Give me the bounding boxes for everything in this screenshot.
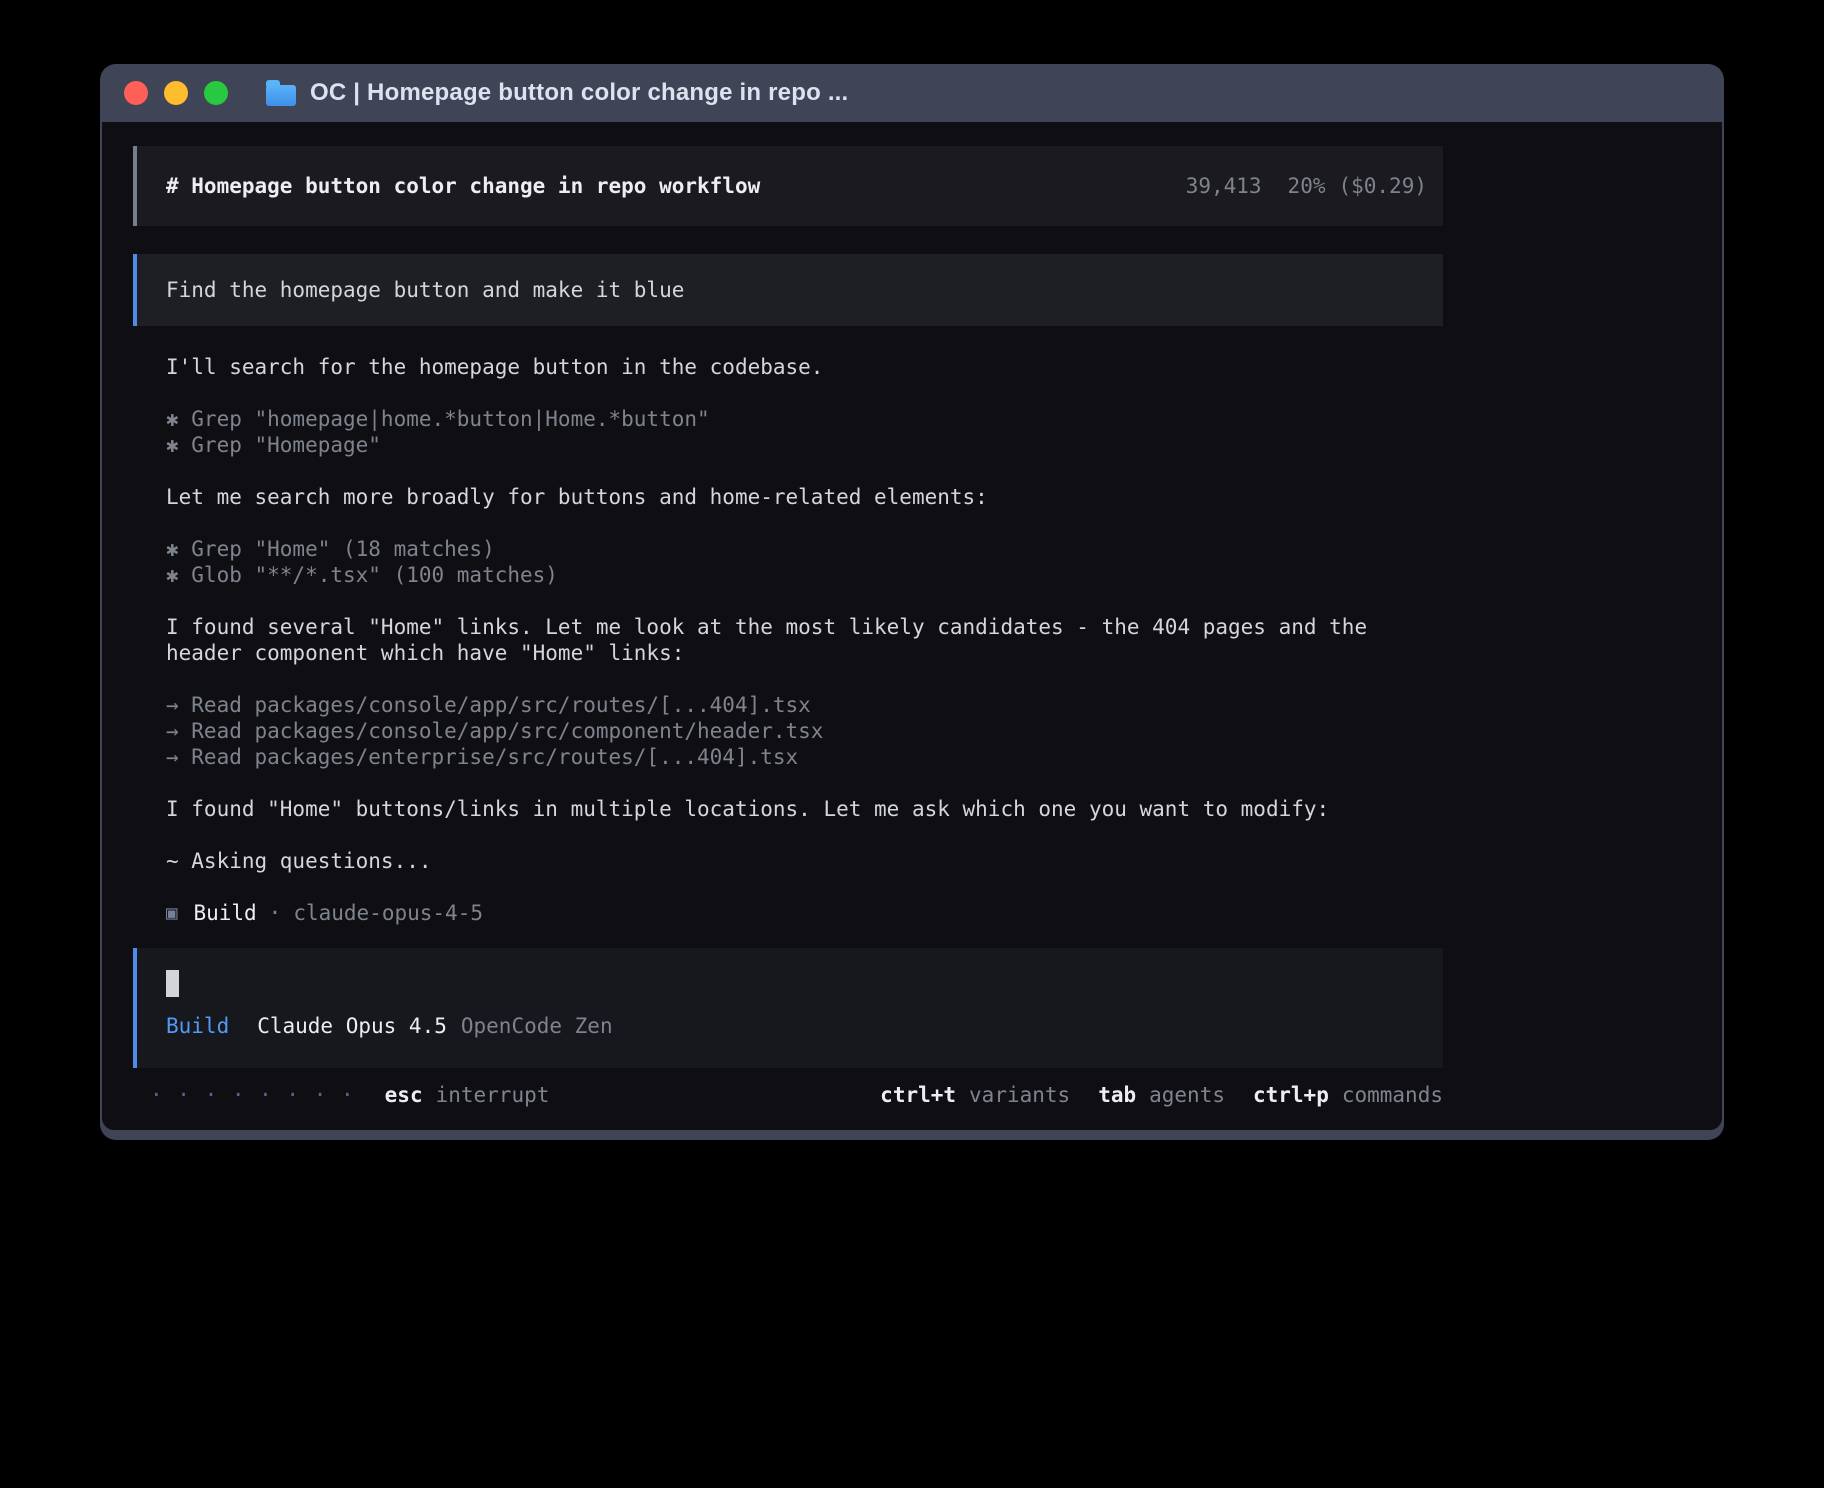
minimize-button[interactable] [164, 81, 188, 105]
context-percent: 20% [1288, 174, 1326, 198]
input-mode-label[interactable]: Build [166, 1014, 229, 1038]
tool-call-group-2: ✱ Grep "Home" (18 matches) ✱ Glob "**/*.… [133, 536, 1443, 588]
traffic-lights [124, 81, 244, 105]
key-tab: tab [1098, 1083, 1136, 1107]
prompt-input[interactable]: Build Claude Opus 4.5 OpenCode Zen [133, 948, 1443, 1068]
label-variants: variants [969, 1083, 1070, 1107]
tool-call-read-1: → Read packages/console/app/src/routes/[… [166, 692, 1443, 718]
key-esc: esc [385, 1083, 423, 1107]
terminal-body: # Homepage button color change in repo w… [102, 122, 1722, 1130]
right-hints: ctrl+t variants tab agents ctrl+p commands [880, 1082, 1443, 1108]
input-model-label[interactable]: Claude Opus 4.5 [257, 1014, 447, 1038]
spinner-dots: · · · · · · · · [150, 1082, 355, 1108]
window-titlebar: OC | Homepage button color change in rep… [102, 64, 1722, 122]
opencode-tui: # Homepage button color change in repo w… [133, 146, 1443, 1108]
hint-interrupt: esc interrupt [385, 1082, 550, 1108]
agent-model: claude-opus-4-5 [293, 900, 483, 926]
tool-call-group-1: ✱ Grep "homepage|home.*button|Home.*butt… [133, 406, 1443, 458]
hint-agents: tab agents [1098, 1082, 1225, 1108]
tool-call-grep-3: ✱ Grep "Home" (18 matches) [166, 536, 1443, 562]
hint-commands: ctrl+p commands [1253, 1082, 1443, 1108]
agent-name: Build [193, 900, 256, 926]
input-meta: Build Claude Opus 4.5 OpenCode Zen [166, 1014, 1443, 1038]
folder-icon [266, 85, 296, 106]
tool-call-grep-2: ✱ Grep "Homepage" [166, 432, 1443, 458]
status-bar: · · · · · · · · esc interrupt ctrl+t varia… [150, 1082, 1443, 1108]
tool-call-read-3: → Read packages/enterprise/src/routes/[.… [166, 744, 1443, 770]
agent-icon: ▣ [166, 900, 177, 926]
tool-call-group-reads: → Read packages/console/app/src/routes/[… [133, 692, 1443, 770]
session-cost: ($0.29) [1338, 174, 1427, 198]
text-cursor [166, 970, 179, 997]
assistant-paragraph-ask: I found "Home" buttons/links in multiple… [166, 796, 1443, 822]
session-header: # Homepage button color change in repo w… [133, 146, 1443, 226]
token-count: 39,413 [1186, 174, 1262, 198]
input-provider-label: OpenCode Zen [461, 1014, 613, 1038]
session-title: # Homepage button color change in repo w… [166, 174, 760, 198]
assistant-paragraph-found: I found several "Home" links. Let me loo… [166, 614, 1443, 666]
close-button[interactable] [124, 81, 148, 105]
user-message-text: Find the homepage button and make it blu… [166, 278, 684, 302]
label-commands: commands [1342, 1083, 1443, 1107]
assistant-paragraph-broader: Let me search more broadly for buttons a… [166, 484, 1443, 510]
tool-call-glob: ✱ Glob "**/*.tsx" (100 matches) [166, 562, 1443, 588]
label-agents: agents [1149, 1083, 1225, 1107]
key-ctrl-p: ctrl+p [1253, 1083, 1329, 1107]
label-interrupt: interrupt [436, 1083, 550, 1107]
tool-call-read-2: → Read packages/console/app/src/componen… [166, 718, 1443, 744]
zoom-button[interactable] [204, 81, 228, 105]
agent-status-line: ▣ Build · claude-opus-4-5 [166, 900, 1443, 926]
working-status: ~ Asking questions... [166, 848, 1443, 874]
tool-call-grep-1: ✱ Grep "homepage|home.*button|Home.*butt… [166, 406, 1443, 432]
user-message: Find the homepage button and make it blu… [133, 254, 1443, 326]
terminal-window: OC | Homepage button color change in rep… [100, 64, 1724, 1140]
key-ctrl-t: ctrl+t [880, 1083, 956, 1107]
agent-separator: · [269, 900, 282, 926]
session-stats: 39,413 20% ($0.29) [1186, 174, 1427, 198]
assistant-paragraph-intro: I'll search for the homepage button in t… [166, 354, 1443, 380]
title-group: OC | Homepage button color change in rep… [266, 79, 848, 107]
window-title: OC | Homepage button color change in rep… [310, 79, 848, 107]
hint-variants: ctrl+t variants [880, 1082, 1070, 1108]
